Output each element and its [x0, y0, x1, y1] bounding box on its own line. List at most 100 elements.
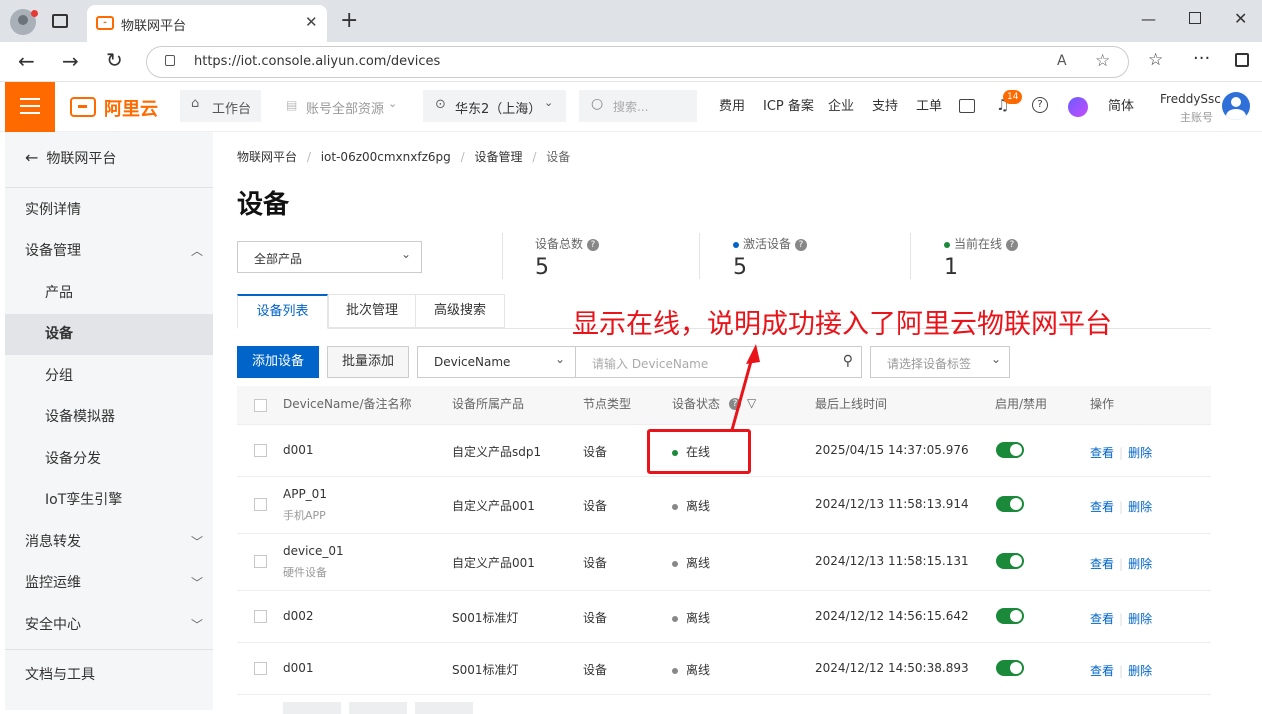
- workbench-button[interactable]: ⌂ 工作台: [180, 90, 261, 122]
- delete-link[interactable]: 删除: [1128, 612, 1152, 626]
- pagination-button[interactable]: [415, 702, 473, 714]
- sidebar-item-message-forwarding[interactable]: 消息转发 ﹀: [5, 522, 213, 563]
- add-device-button[interactable]: 添加设备: [237, 346, 319, 378]
- global-search[interactable]: ○ 搜索...: [579, 90, 697, 122]
- view-link[interactable]: 查看: [1090, 500, 1114, 514]
- pagination-button[interactable]: [349, 702, 407, 714]
- menu-button[interactable]: [5, 82, 55, 132]
- tab-actions-icon[interactable]: [52, 14, 68, 28]
- sidebar-item-docs-tools[interactable]: 文档与工具: [5, 655, 213, 696]
- close-tab-icon[interactable]: ✕: [305, 13, 318, 31]
- back-icon[interactable]: ←: [18, 49, 35, 73]
- tab-batch-management[interactable]: 批次管理: [328, 294, 416, 328]
- row-checkbox[interactable]: [254, 498, 267, 511]
- favorites-icon[interactable]: ☆: [1148, 50, 1163, 70]
- user-avatar[interactable]: [1222, 92, 1250, 120]
- tab-device-list[interactable]: 设备列表: [237, 294, 328, 329]
- column-header: 操作: [1090, 397, 1115, 411]
- language-switch[interactable]: 简体: [1108, 82, 1134, 132]
- url-field[interactable]: https://iot.console.aliyun.com/devices A…: [146, 46, 1129, 78]
- nav-link-support[interactable]: 支持: [872, 82, 898, 132]
- nav-link-icp[interactable]: ICP 备案: [763, 82, 814, 132]
- delete-link[interactable]: 删除: [1128, 664, 1152, 678]
- view-link[interactable]: 查看: [1090, 612, 1114, 626]
- help-icon[interactable]: ?: [794, 238, 807, 251]
- tab-title: 物联网平台: [121, 19, 187, 34]
- breadcrumb: 物联网平台 / iot-06z00cmxnxfz6pg / 设备管理 / 设备: [237, 150, 571, 164]
- lock-icon: [165, 55, 175, 66]
- row-checkbox[interactable]: [254, 662, 267, 675]
- sidebar-item-security[interactable]: 安全中心 ﹀: [5, 605, 213, 646]
- arrow-left-icon: ←: [25, 148, 39, 167]
- view-link[interactable]: 查看: [1090, 446, 1114, 460]
- aliyun-logo-icon[interactable]: [70, 97, 96, 117]
- browser-address-bar: ← → ↻ https://iot.console.aliyun.com/dev…: [0, 42, 1262, 82]
- maximize-icon[interactable]: [1189, 12, 1201, 24]
- new-tab-button[interactable]: +: [340, 8, 358, 33]
- breadcrumb-item[interactable]: 物联网平台: [237, 150, 297, 164]
- sidebar-item-groups[interactable]: 分组: [5, 356, 213, 397]
- favorite-star-icon[interactable]: ☆: [1095, 51, 1110, 71]
- user-name[interactable]: FreddySsc: [1160, 92, 1221, 106]
- search-placeholder: 请输入 DeviceName: [592, 357, 709, 371]
- pagination-button[interactable]: [283, 702, 341, 714]
- terminal-icon[interactable]: [959, 99, 975, 113]
- enable-toggle[interactable]: [996, 608, 1024, 624]
- sidebar-item-device-simulator[interactable]: 设备模拟器: [5, 397, 213, 438]
- sidebar-item-device-distribution[interactable]: 设备分发: [5, 439, 213, 480]
- close-window-icon[interactable]: ✕: [1234, 9, 1247, 28]
- enable-toggle[interactable]: [996, 553, 1024, 569]
- help-icon[interactable]: ?: [1005, 238, 1018, 251]
- nav-link-enterprise[interactable]: 企业: [828, 82, 854, 132]
- sidebar-item-products[interactable]: 产品: [5, 273, 213, 314]
- sidebar-item-iot-twin[interactable]: IoT孪生引擎: [5, 480, 213, 521]
- search-icon[interactable]: ⚲: [843, 353, 853, 369]
- sidebar-item-devices[interactable]: 设备: [5, 314, 213, 355]
- row-checkbox[interactable]: [254, 610, 267, 623]
- enable-toggle[interactable]: [996, 496, 1024, 512]
- nav-link-ticket[interactable]: 工单: [916, 82, 942, 132]
- help-icon[interactable]: ?: [1032, 97, 1048, 113]
- chevron-down-icon: ⌄: [388, 97, 398, 110]
- logo-text[interactable]: 阿里云: [104, 95, 158, 121]
- sidebar-item-instance-details[interactable]: 实例详情: [5, 190, 213, 231]
- read-aloud-icon[interactable]: A: [1057, 53, 1067, 69]
- batch-add-button[interactable]: 批量添加: [327, 346, 409, 378]
- help-icon[interactable]: ?: [586, 238, 599, 251]
- breadcrumb-item[interactable]: 设备管理: [474, 150, 522, 164]
- row-checkbox[interactable]: [254, 444, 267, 457]
- sidebar-item-device-management[interactable]: 设备管理 ︿: [5, 231, 213, 272]
- sidebar-item-monitoring[interactable]: 监控运维 ﹀: [5, 563, 213, 604]
- tag-select[interactable]: 请选择设备标签 ⌄: [870, 346, 1010, 378]
- node-type: 设备: [583, 611, 608, 625]
- select-all-checkbox[interactable]: [254, 399, 267, 412]
- sidebar-toggle-icon[interactable]: [1235, 53, 1249, 67]
- forward-icon[interactable]: →: [62, 49, 79, 73]
- tab-advanced-search[interactable]: 高级搜索: [415, 294, 505, 328]
- delete-link[interactable]: 删除: [1128, 446, 1152, 460]
- browser-tab[interactable]: - 物联网平台 ✕: [87, 5, 327, 42]
- device-search-input[interactable]: 请输入 DeviceName ⚲: [576, 346, 862, 378]
- stat-active-value: 5: [733, 255, 747, 280]
- nav-link-fees[interactable]: 费用: [719, 82, 745, 132]
- minimize-icon[interactable]: —: [1141, 10, 1156, 28]
- view-link[interactable]: 查看: [1090, 557, 1114, 571]
- breadcrumb-item[interactable]: iot-06z00cmxnxfz6pg: [321, 150, 451, 164]
- view-link[interactable]: 查看: [1090, 664, 1114, 678]
- delete-link[interactable]: 删除: [1128, 557, 1152, 571]
- column-header: 设备所属产品: [452, 397, 525, 411]
- row-checkbox[interactable]: [254, 555, 267, 568]
- home-icon: ⌂: [191, 96, 200, 111]
- enable-toggle[interactable]: [996, 660, 1024, 676]
- more-menu-icon[interactable]: ···: [1193, 48, 1210, 69]
- region-selector[interactable]: ⊙ 华东2（上海） ⌄: [423, 90, 566, 122]
- field-select[interactable]: DeviceName ⌄: [417, 346, 576, 378]
- account-resources-dropdown[interactable]: ▤ 账号全部资源 ⌄: [278, 90, 408, 122]
- stat-online-label: 当前在线 ?: [944, 235, 1018, 252]
- product-select[interactable]: 全部产品 ⌄: [237, 241, 422, 273]
- ai-assistant-icon[interactable]: [1068, 97, 1088, 117]
- sidebar-back[interactable]: ← 物联网平台: [25, 148, 116, 168]
- delete-link[interactable]: 删除: [1128, 500, 1152, 514]
- enable-toggle[interactable]: [996, 442, 1024, 458]
- reload-icon[interactable]: ↻: [106, 48, 123, 72]
